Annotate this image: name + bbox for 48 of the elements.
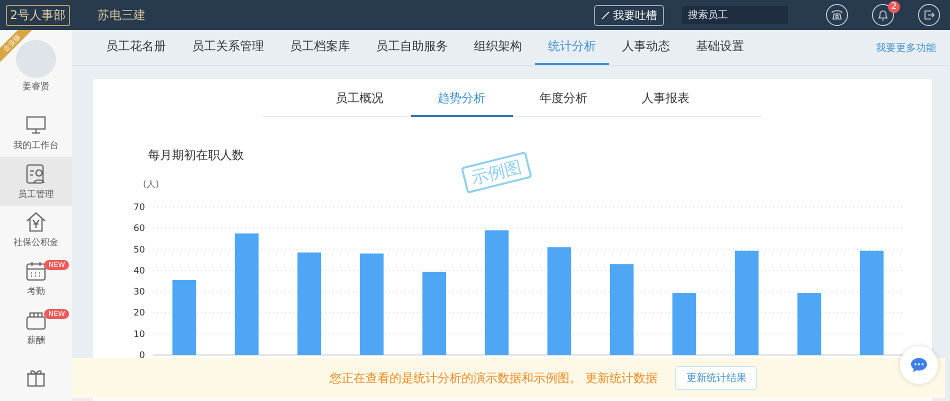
y-tick-label: 10 xyxy=(134,330,145,340)
phone-icon[interactable] xyxy=(826,4,848,26)
sub-tab[interactable]: 人事报表 xyxy=(614,79,716,117)
chart-title: 每月期初在职人数 xyxy=(148,147,245,164)
y-tick-label: 60 xyxy=(134,224,145,234)
nav-tab[interactable]: 员工自助服务 xyxy=(363,30,461,65)
sidebar-label: 社保公积金 xyxy=(14,236,58,250)
y-tick-label: 0 xyxy=(139,351,145,361)
y-tick-label: 30 xyxy=(134,288,145,298)
house-yen-icon xyxy=(25,211,47,234)
logout-icon[interactable] xyxy=(918,4,940,26)
notification-count: 2 xyxy=(888,1,900,13)
bar xyxy=(797,293,822,355)
update-stats-button[interactable]: 更新统计结果 xyxy=(675,366,758,390)
sub-tab[interactable]: 趋势分析 xyxy=(410,79,512,117)
monitor-icon xyxy=(25,114,47,136)
company-name: 苏电三建 xyxy=(98,6,146,24)
app-logo: 2号人事部 xyxy=(6,4,70,26)
nav-tab[interactable]: 人事动态 xyxy=(609,30,683,65)
feedback-button[interactable]: 我要吐槽 xyxy=(594,4,664,26)
bell-glyph-icon xyxy=(877,9,889,21)
y-tick-label: 20 xyxy=(134,308,145,319)
pencil-icon xyxy=(601,10,610,20)
nav-tab[interactable]: 员工档案库 xyxy=(277,30,363,65)
sidebar-label: 薪酬 xyxy=(27,334,45,347)
user-name: 姜睿贤 xyxy=(22,80,50,92)
bar xyxy=(672,293,696,355)
y-tick-label: 50 xyxy=(134,245,145,256)
nav-tab[interactable]: 基础设置 xyxy=(683,30,757,65)
person-card-icon xyxy=(25,162,47,185)
sample-stamp: 示例图 xyxy=(460,151,532,194)
sidebar-item[interactable]: 员工管理 xyxy=(0,157,72,206)
sub-tab[interactable]: 年度分析 xyxy=(512,79,614,117)
sidebar-label: 员工管理 xyxy=(18,188,54,201)
sidebar-label: 考勤 xyxy=(27,286,45,298)
sub-tab[interactable]: 员工概况 xyxy=(308,79,410,117)
sidebar-item[interactable]: 我的工作台 xyxy=(0,108,72,158)
sidebar-item[interactable]: 社保公积金 xyxy=(0,206,72,255)
search-field[interactable]: 搜索员工 xyxy=(682,6,788,24)
demo-notice-text: 您正在查看的是统计分析的演示数据和示例图。 更新统计数据 xyxy=(330,370,658,386)
y-tick-label: 70 xyxy=(134,203,145,213)
y-axis-unit: (人) xyxy=(143,178,160,191)
sidebar-label: 我的工作台 xyxy=(14,140,58,152)
calendar-icon xyxy=(25,260,47,282)
nav-tab[interactable]: 员工花名册 xyxy=(93,30,179,65)
nav-tab[interactable]: 组织架构 xyxy=(461,30,535,65)
y-tick-label: 40 xyxy=(134,266,145,276)
nav-tab[interactable]: 员工关系管理 xyxy=(179,30,277,65)
